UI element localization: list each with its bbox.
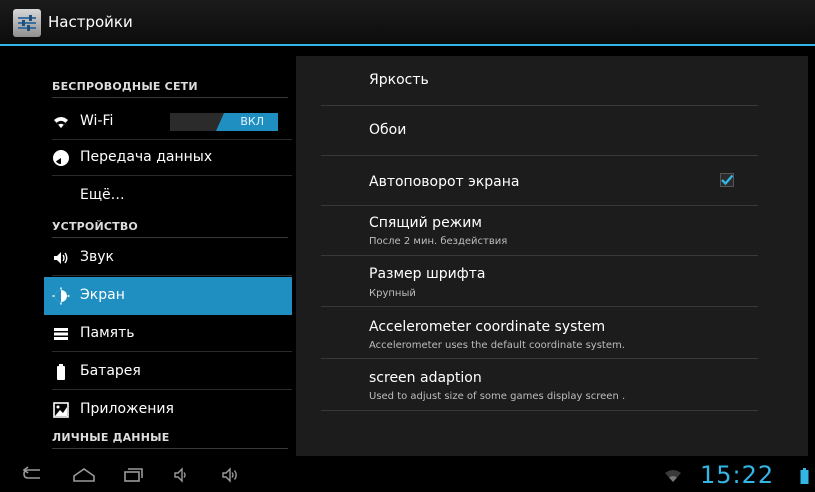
setting-auto-rotate[interactable]: Автоповорот экрана — [321, 156, 758, 206]
sidebar-item-label: Wi-Fi — [80, 113, 114, 129]
display-settings-panel: Яркость Обои Автоповорот экрана Спящий р… — [296, 56, 808, 456]
sidebar-item-label: Передача данных — [80, 149, 213, 165]
battery-icon — [52, 363, 70, 381]
volume-up-icon[interactable] — [220, 466, 242, 488]
battery-status-icon — [800, 468, 809, 488]
setting-sleep[interactable]: Спящий режим После 2 мин. бездействия — [321, 206, 758, 256]
setting-wallpaper[interactable]: Обои — [321, 106, 758, 156]
setting-title: Спящий режим — [369, 215, 482, 231]
page-title: Настройки — [48, 13, 133, 31]
auto-rotate-checkbox[interactable] — [720, 173, 734, 187]
sidebar-item-label: Экран — [80, 287, 125, 303]
setting-brightness[interactable]: Яркость — [321, 56, 758, 106]
action-bar: Настройки — [0, 0, 815, 46]
sidebar-item-display[interactable]: Экран — [44, 277, 292, 315]
recent-apps-icon[interactable] — [122, 466, 144, 488]
wifi-toggle[interactable]: ВКЛ — [170, 113, 278, 131]
status-clock: 15:22 — [700, 461, 775, 489]
sidebar-item-storage[interactable]: Память — [44, 316, 292, 352]
setting-title: Размер шрифта — [369, 266, 486, 282]
setting-summary: Used to adjust size of some games displa… — [369, 391, 626, 402]
sidebar-item-label: Приложения — [80, 401, 174, 417]
settings-app-icon[interactable] — [13, 9, 41, 37]
apps-icon — [52, 401, 70, 419]
setting-summary: Крупный — [369, 288, 416, 299]
setting-title: screen adaption — [369, 370, 482, 386]
sidebar-item-label: Память — [80, 325, 135, 341]
category-device: УСТРОЙСТВО — [52, 220, 288, 238]
sidebar-item-data-usage[interactable]: Передача данных — [44, 140, 292, 176]
category-personal: ЛИЧНЫЕ ДАННЫЕ — [52, 431, 288, 449]
wifi-toggle-state: ВКЛ — [240, 115, 264, 128]
setting-screen-adaption[interactable]: screen adaption Used to adjust size of s… — [321, 359, 758, 411]
setting-title: Яркость — [369, 72, 429, 88]
wifi-icon — [52, 113, 70, 131]
sidebar-item-label: Звук — [80, 249, 114, 265]
back-icon[interactable] — [22, 466, 44, 488]
data-usage-icon — [52, 149, 70, 167]
setting-summary: Accelerometer uses the default coordinat… — [369, 340, 625, 351]
home-icon[interactable] — [72, 466, 96, 488]
wifi-signal-icon — [664, 468, 682, 487]
sidebar-item-sound[interactable]: Звук — [44, 240, 292, 276]
storage-icon — [52, 325, 70, 343]
sidebar-item-battery[interactable]: Батарея — [44, 354, 292, 390]
sidebar-item-more[interactable]: Ещё… — [44, 178, 292, 214]
category-wireless: БЕСПРОВОДНЫЕ СЕТИ — [52, 80, 288, 98]
speaker-icon — [52, 249, 70, 267]
setting-title: Автоповорот экрана — [369, 174, 520, 190]
display-icon — [52, 287, 70, 305]
setting-title: Обои — [369, 122, 407, 138]
setting-title: Accelerometer coordinate system — [369, 319, 606, 335]
setting-summary: После 2 мин. бездействия — [369, 236, 508, 247]
sidebar-item-label: Ещё… — [80, 187, 125, 203]
system-nav-bar: 15:22 — [0, 458, 815, 492]
volume-down-icon[interactable] — [172, 466, 192, 488]
setting-font-size[interactable]: Размер шрифта Крупный — [321, 256, 758, 307]
sidebar-item-label: Батарея — [80, 363, 141, 379]
setting-accelerometer[interactable]: Accelerometer coordinate system Accelero… — [321, 307, 758, 359]
check-icon — [721, 174, 734, 186]
sidebar-item-apps[interactable]: Приложения — [44, 392, 292, 428]
